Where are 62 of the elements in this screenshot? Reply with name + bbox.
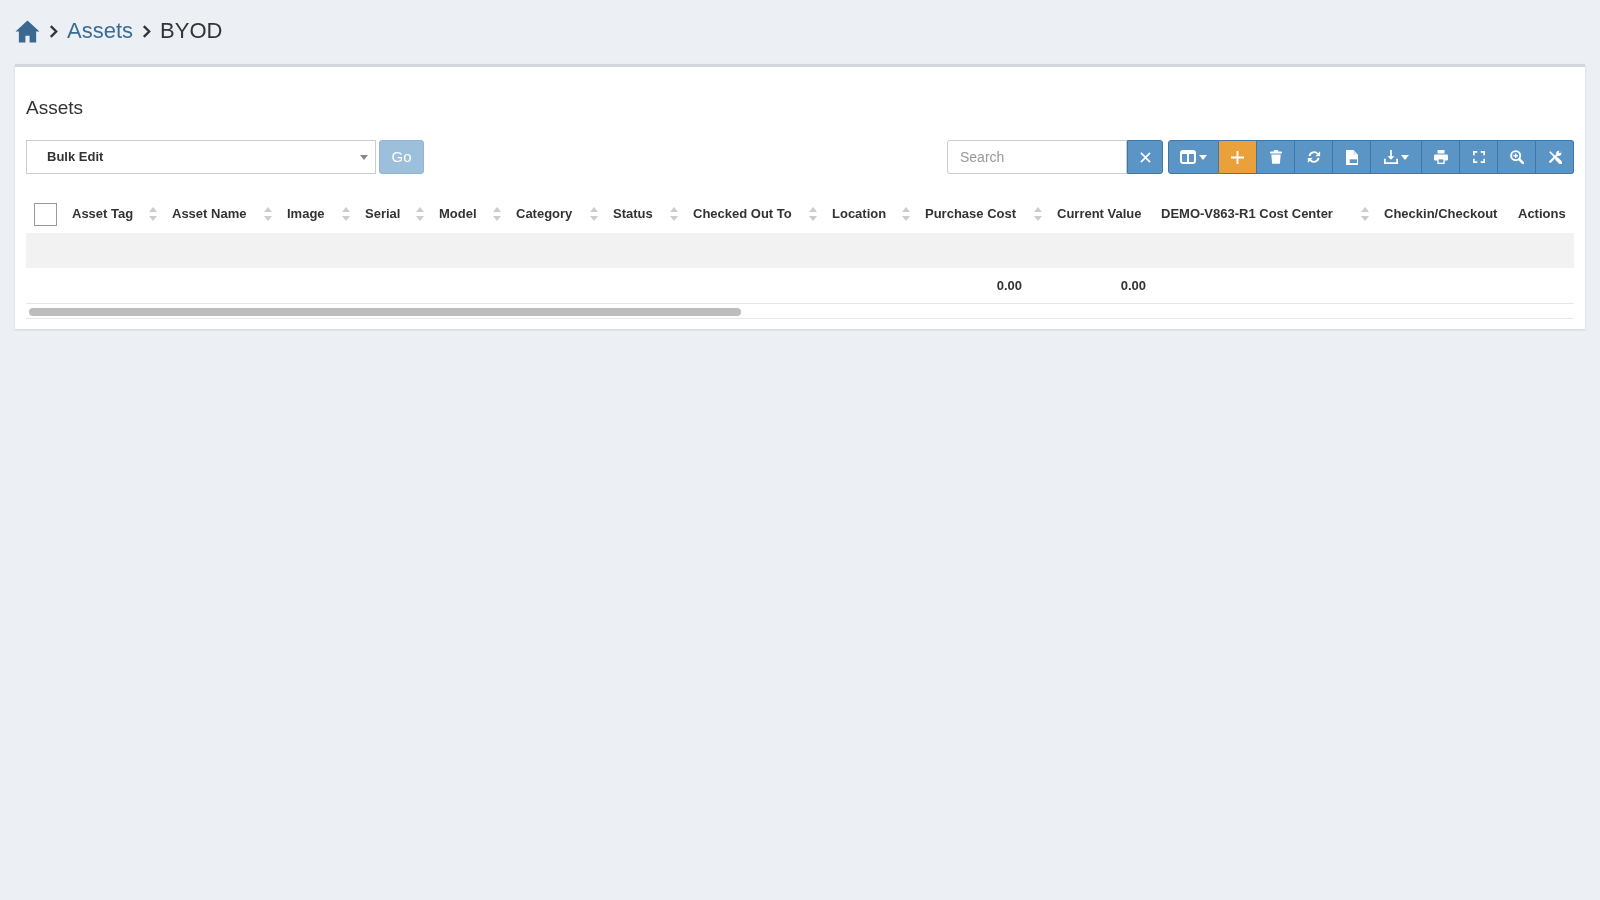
column-header[interactable]: Asset Tag — [72, 204, 134, 224]
trash-icon — [1269, 150, 1282, 164]
home-icon[interactable] — [15, 19, 40, 43]
sort-icon[interactable] — [149, 207, 157, 221]
caret-icon — [1199, 154, 1207, 160]
columns-icon — [1180, 150, 1196, 164]
sort-icon[interactable] — [493, 207, 501, 221]
chevron-right-icon — [142, 23, 152, 39]
breadcrumb-current: BYOD — [160, 20, 223, 42]
column-header[interactable]: Status — [613, 204, 653, 224]
sort-icon[interactable] — [416, 207, 424, 221]
export-button[interactable] — [1371, 140, 1422, 174]
column-header[interactable]: Image — [287, 204, 325, 224]
footer-total: 0.00 — [1049, 268, 1153, 303]
footer-total: 0.00 — [917, 268, 1049, 303]
download-icon — [1383, 150, 1398, 164]
sort-icon[interactable] — [342, 207, 350, 221]
csv-export-button[interactable] — [1333, 140, 1371, 174]
tools-icon — [1547, 150, 1562, 164]
printer-icon — [1433, 150, 1448, 164]
select-all-checkbox[interactable] — [34, 202, 57, 226]
column-header[interactable]: DEMO-V863-R1 Cost Center — [1161, 204, 1333, 224]
column-header[interactable]: Asset Name — [172, 204, 247, 224]
column-header[interactable]: Category — [516, 204, 573, 224]
bulk-action-select[interactable]: Bulk Edit — [26, 140, 376, 174]
panel-title: Assets — [26, 97, 84, 119]
sort-icon[interactable] — [670, 207, 678, 221]
column-header: Actions — [1518, 205, 1566, 224]
column-header: Checkin/Checkout — [1384, 205, 1498, 224]
fullscreen-button[interactable] — [1460, 140, 1498, 174]
plus-icon — [1231, 150, 1244, 164]
caret-icon — [1400, 154, 1409, 160]
search-field[interactable]: Search — [947, 140, 1127, 174]
zoom-button[interactable] — [1498, 140, 1536, 174]
refresh-button[interactable] — [1295, 140, 1333, 174]
fullscreen-icon — [1472, 151, 1485, 163]
close-icon — [1139, 151, 1151, 163]
column-header[interactable]: Purchase Cost — [925, 204, 1017, 224]
column-header: Current Value — [1057, 205, 1142, 224]
add-button[interactable] — [1219, 140, 1257, 174]
sort-icon[interactable] — [902, 207, 910, 221]
print-button[interactable] — [1422, 140, 1460, 174]
column-header[interactable]: Model — [439, 204, 477, 224]
refresh-icon — [1306, 150, 1321, 164]
sort-icon[interactable] — [590, 207, 598, 221]
tools-button[interactable] — [1536, 140, 1574, 174]
breadcrumb-link[interactable]: Assets — [67, 20, 134, 42]
scrollbar-thumb[interactable] — [29, 307, 742, 316]
delete-button[interactable] — [1257, 140, 1295, 174]
chevron-right-icon — [49, 23, 58, 39]
sort-icon[interactable] — [1361, 207, 1369, 221]
columns-button[interactable] — [1168, 140, 1219, 174]
column-header[interactable]: Location — [832, 204, 887, 224]
column-header[interactable]: Serial — [365, 204, 401, 224]
sort-icon[interactable] — [264, 207, 272, 221]
file-icon — [1345, 149, 1358, 165]
zoom-in-icon — [1509, 150, 1524, 164]
sort-icon[interactable] — [1034, 207, 1042, 221]
caret-icon — [360, 154, 368, 160]
column-header[interactable]: Checked Out To — [693, 204, 792, 224]
sort-icon[interactable] — [809, 207, 817, 221]
clear-search-button[interactable] — [1127, 140, 1163, 174]
